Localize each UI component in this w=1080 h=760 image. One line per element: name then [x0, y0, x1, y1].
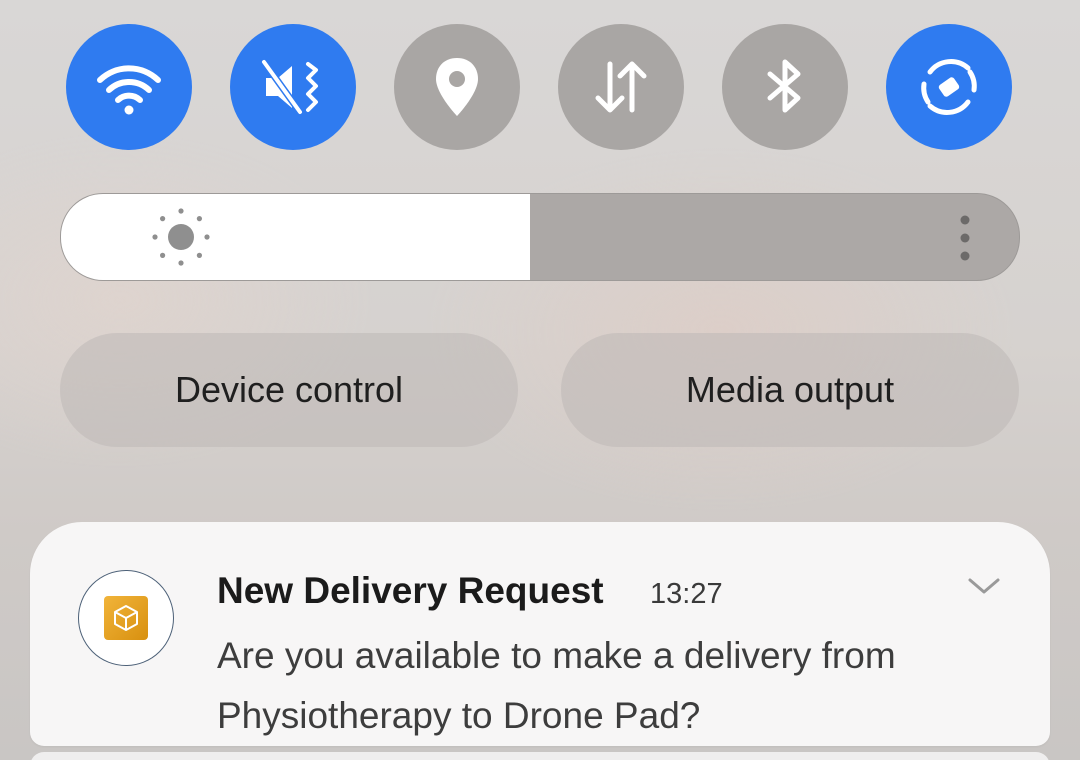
vibrate-toggle[interactable] [230, 24, 356, 150]
chevron-down-icon[interactable] [966, 574, 1002, 598]
quick-toggles-row [66, 24, 1012, 150]
sun-icon [152, 208, 210, 266]
location-toggle[interactable] [394, 24, 520, 150]
next-notification-edge [30, 752, 1050, 760]
bluetooth-icon [767, 59, 801, 113]
brightness-level [61, 194, 531, 280]
mobile-data-icon [595, 61, 647, 113]
wifi-icon [97, 65, 161, 115]
notification-card[interactable]: New Delivery Request 13:27 Are you avail… [30, 522, 1050, 746]
delivery-app-icon [78, 570, 174, 666]
device-control-button[interactable]: Device control [60, 333, 518, 447]
auto-rotate-icon [921, 59, 977, 115]
notification-title: New Delivery Request [217, 570, 604, 611]
device-control-label: Device control [174, 369, 404, 410]
notification-body: Are you available to make a delivery fro… [217, 635, 896, 736]
brightness-slider[interactable] [60, 193, 1020, 281]
package-icon [114, 605, 138, 631]
wifi-toggle[interactable] [66, 24, 192, 150]
bluetooth-toggle[interactable] [722, 24, 848, 150]
notification-time: 13:27 [650, 578, 723, 610]
mobile-data-toggle[interactable] [558, 24, 684, 150]
auto-rotate-toggle[interactable] [886, 24, 1012, 150]
media-output-label: Media output [685, 369, 895, 410]
media-output-button[interactable]: Media output [561, 333, 1019, 447]
more-vertical-icon[interactable] [955, 214, 975, 262]
vibrate-icon [261, 59, 318, 115]
location-icon [436, 58, 478, 116]
